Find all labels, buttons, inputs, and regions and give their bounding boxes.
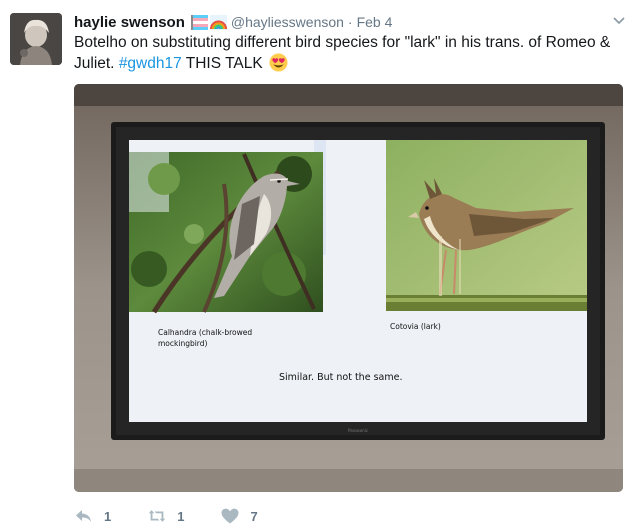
display-name[interactable]: haylie swenson: [74, 14, 185, 31]
tweet-actions: 1 1 7: [74, 506, 294, 526]
tweet-text-tail: THIS TALK: [185, 55, 263, 72]
like-count: 7: [250, 508, 258, 524]
reply-icon: [76, 510, 91, 522]
mockingbird-image: [129, 152, 323, 314]
avatar[interactable]: [10, 13, 62, 65]
like-button[interactable]: 7: [220, 507, 258, 525]
retweet-icon: [149, 510, 166, 522]
chevron-down-icon[interactable]: [612, 14, 626, 28]
right-caption: Cotovia (lark): [390, 322, 441, 331]
slide-bottom-text: Similar. But not the same.: [279, 372, 402, 383]
slide-photo: Calhandra (chalk-browed mockingbird) Cot…: [74, 84, 623, 492]
name-badges: [190, 14, 227, 30]
hashtag-link[interactable]: #gwdh17: [119, 55, 182, 72]
trans-flag-emoji: [190, 14, 208, 30]
header-separator: ·: [347, 14, 353, 30]
tv-brand: Panasonic: [348, 428, 368, 433]
rainbow-emoji: [209, 14, 227, 30]
lark-image: [386, 140, 587, 311]
heart-icon: [221, 508, 239, 524]
heart-eyes-emoji: [269, 53, 288, 72]
left-caption-line1: Calhandra (chalk-browed: [158, 328, 252, 337]
tweet-photo[interactable]: Calhandra (chalk-browed mockingbird) Cot…: [74, 84, 623, 492]
reply-count: 1: [104, 508, 112, 524]
tweet-text: Botelho on substituting different bird s…: [74, 32, 624, 74]
retweet-button[interactable]: 1: [147, 507, 184, 525]
retweet-count: 1: [177, 508, 185, 524]
tweet-header: haylie swenson @hayliesswenson · Feb 4: [74, 12, 392, 32]
avatar-photo: [10, 13, 62, 65]
tweet-date[interactable]: Feb 4: [357, 14, 393, 30]
reply-button[interactable]: 1: [74, 507, 111, 525]
user-handle[interactable]: @hayliesswenson: [231, 14, 344, 30]
left-caption-line2: mockingbird): [158, 339, 208, 348]
